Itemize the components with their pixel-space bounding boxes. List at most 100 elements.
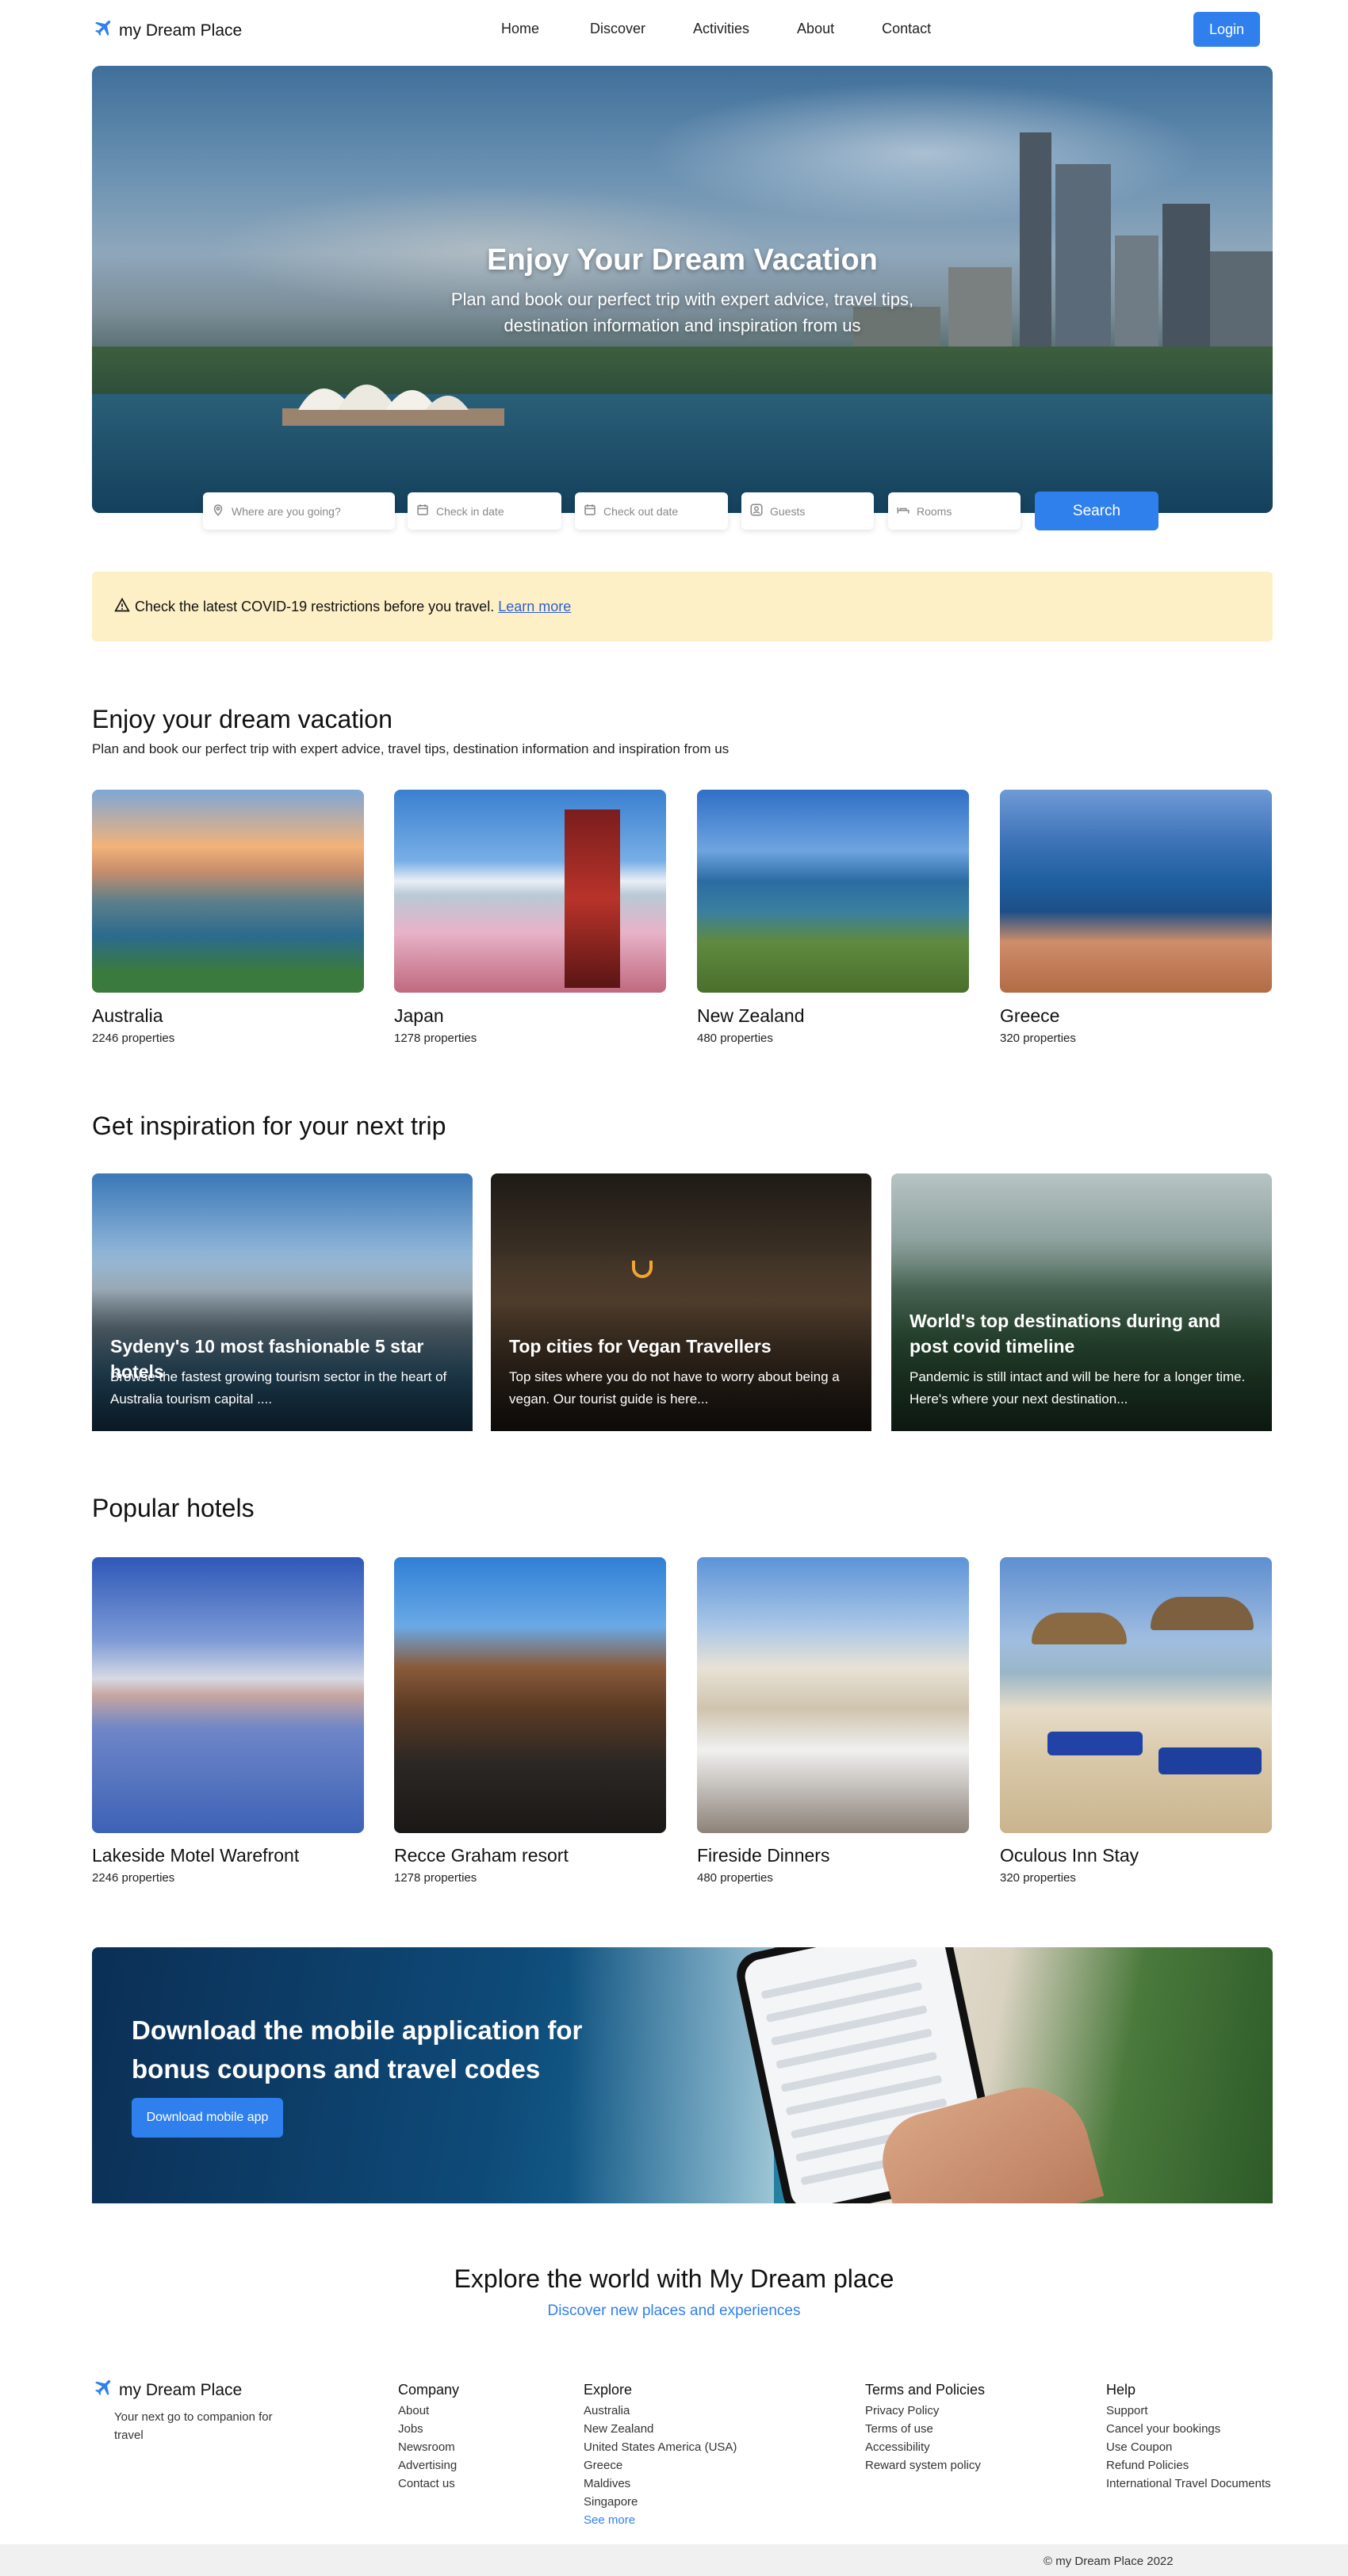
footer-terms: Terms and Policies Privacy Policy Terms … [865, 2382, 985, 2475]
destination-properties: 1278 properties [394, 1032, 477, 1045]
sunbed-illustration [1158, 1747, 1262, 1774]
footer-company: Company About Jobs Newsroom Advertising … [398, 2382, 459, 2493]
copyright: © my Dream Place 2022 [1044, 2555, 1174, 2568]
inspiration-card-hotels[interactable]: Sydeny's 10 most fashionable 5 star hote… [92, 1173, 473, 1431]
hotel-card-fireside[interactable] [697, 1557, 969, 1833]
section-subtitle-vacation: Plan and book our perfect trip with expe… [92, 741, 730, 756]
hotel-properties: 2246 properties [92, 1871, 175, 1885]
footer-link-refund-policies[interactable]: Refund Policies [1106, 2456, 1271, 2475]
footer-link-singapore[interactable]: Singapore [584, 2493, 737, 2511]
brand-logo[interactable]: my Dream Place [92, 17, 242, 44]
inspiration-description: Top sites where you do not have to worry… [509, 1369, 840, 1407]
covid-alert: Check the latest COVID-19 restrictions b… [92, 572, 1273, 641]
footer-heading: Terms and Policies [865, 2382, 986, 2398]
nav-discover[interactable]: Discover [590, 21, 645, 37]
footer-see-more-link[interactable]: See more [584, 2511, 737, 2529]
checkin-placeholder: Check in date [436, 504, 504, 518]
destination-card-japan[interactable] [394, 790, 666, 993]
hotel-card-oculous[interactable] [1000, 1557, 1272, 1833]
location-icon [211, 503, 225, 519]
calendar-icon [416, 503, 430, 519]
footer-heading: Company [398, 2382, 460, 2398]
footer-link-accessibility[interactable]: Accessibility [865, 2438, 985, 2456]
sunbed-illustration [1047, 1732, 1143, 1755]
hotel-card-lakeside[interactable] [92, 1557, 364, 1833]
footer-tagline: Your next go to companion for travel [114, 2410, 273, 2442]
footer-link-travel-documents[interactable]: International Travel Documents [1106, 2475, 1271, 2493]
hotel-properties: 1278 properties [394, 1871, 477, 1885]
section-title-inspiration: Get inspiration for your next trip [92, 1112, 446, 1140]
hotel-name: Fireside Dinners [697, 1845, 830, 1866]
calendar-icon [583, 503, 597, 519]
download-app-button[interactable]: Download mobile app [132, 2098, 283, 2138]
footer-link-terms[interactable]: Terms of use [865, 2420, 985, 2438]
pagoda-illustration [565, 810, 620, 988]
inspiration-title: Top cities for Vegan Travellers [509, 1336, 772, 1357]
footer-link-reward-policy[interactable]: Reward system policy [865, 2456, 985, 2475]
explore-subtitle: Discover new places and experiences [547, 2302, 801, 2319]
destination-card-greece[interactable] [1000, 790, 1272, 993]
footer-link-contact[interactable]: Contact us [398, 2475, 459, 2493]
footer-link-maldives[interactable]: Maldives [584, 2475, 737, 2493]
inspiration-description: Browse the fastest growing tourism secto… [110, 1369, 447, 1407]
footer-link-privacy[interactable]: Privacy Policy [865, 2402, 985, 2420]
footer-link-about[interactable]: About [398, 2402, 459, 2420]
hero-title: Enjoy Your Dream Vacation [487, 243, 878, 277]
destination-properties: 2246 properties [92, 1032, 175, 1045]
destination-name: Japan [394, 1005, 444, 1026]
footer-link-newsroom[interactable]: Newsroom [398, 2438, 459, 2456]
inspiration-title: World's top destinations during and post… [910, 1311, 1221, 1357]
inspiration-card-vegan[interactable]: Top cities for Vegan Travellers Top site… [491, 1173, 871, 1431]
rooms-input[interactable]: Rooms [888, 492, 1021, 530]
person-icon [749, 503, 764, 519]
banner-title: Download the mobile application for bonu… [132, 2015, 583, 2084]
footer-link-cancel-bookings[interactable]: Cancel your bookings [1106, 2420, 1271, 2438]
destination-input[interactable]: Where are you going? [203, 492, 395, 530]
explore-title: Explore the world with My Dream place [454, 2264, 894, 2293]
footer-link-use-coupon[interactable]: Use Coupon [1106, 2438, 1271, 2456]
nav-activities[interactable]: Activities [693, 21, 749, 37]
destination-card-australia[interactable] [92, 790, 364, 993]
checkout-input[interactable]: Check out date [575, 492, 728, 530]
nav-contact[interactable]: Contact [882, 21, 931, 37]
footer-link-usa[interactable]: United States America (USA) [584, 2438, 737, 2456]
alert-text: Check the latest COVID-19 restrictions b… [135, 598, 495, 614]
nav-about[interactable]: About [797, 21, 834, 37]
parasol-illustration [1151, 1597, 1254, 1630]
footer-link-support[interactable]: Support [1106, 2402, 1271, 2420]
search-button[interactable]: Search [1035, 492, 1158, 530]
app-download-banner: Download the mobile application for bonu… [92, 1947, 1273, 2203]
hero-subtitle: Plan and book our perfect trip with expe… [450, 289, 914, 335]
hotel-name: Recce Graham resort [394, 1845, 569, 1866]
brand-name: my Dream Place [119, 21, 243, 40]
guests-input[interactable]: Guests [741, 492, 874, 530]
learn-more-link[interactable]: Learn more [498, 599, 571, 615]
destination-card-new-zealand[interactable] [697, 790, 969, 993]
hotel-name: Lakeside Motel Warefront [92, 1845, 300, 1866]
hotel-properties: 320 properties [1000, 1871, 1076, 1885]
footer-link-advertising[interactable]: Advertising [398, 2456, 459, 2475]
top-navigation: my Dream Place Home Discover Activities … [0, 0, 1348, 60]
footer-link-new-zealand[interactable]: New Zealand [584, 2420, 737, 2438]
warning-icon [114, 597, 130, 617]
footer-help: Help Support Cancel your bookings Use Co… [1106, 2382, 1271, 2493]
footer-link-greece[interactable]: Greece [584, 2456, 737, 2475]
footer-link-australia[interactable]: Australia [584, 2402, 737, 2420]
nav-home[interactable]: Home [501, 21, 539, 37]
footer-brand-name: my Dream Place [119, 2381, 243, 2399]
footer-logo[interactable]: my Dream Place [92, 2377, 242, 2404]
parasol-illustration [1032, 1613, 1127, 1644]
plane-icon [92, 17, 114, 44]
login-button[interactable]: Login [1193, 12, 1260, 47]
opera-house-illustration [282, 385, 504, 426]
main-menu: Home Discover Activities About Contact [501, 21, 931, 37]
footer-explore: Explore Australia New Zealand United Sta… [584, 2382, 737, 2529]
checkout-placeholder: Check out date [603, 504, 679, 518]
section-title-hotels: Popular hotels [92, 1494, 255, 1522]
footer-link-jobs[interactable]: Jobs [398, 2420, 459, 2438]
hero-banner: Enjoy Your Dream Vacation Plan and book … [92, 66, 1273, 513]
inspiration-card-covid[interactable]: World's top destinations during and post… [891, 1173, 1272, 1431]
checkin-input[interactable]: Check in date [408, 492, 561, 530]
footer-heading: Help [1106, 2382, 1136, 2398]
hotel-card-recce[interactable] [394, 1557, 666, 1833]
